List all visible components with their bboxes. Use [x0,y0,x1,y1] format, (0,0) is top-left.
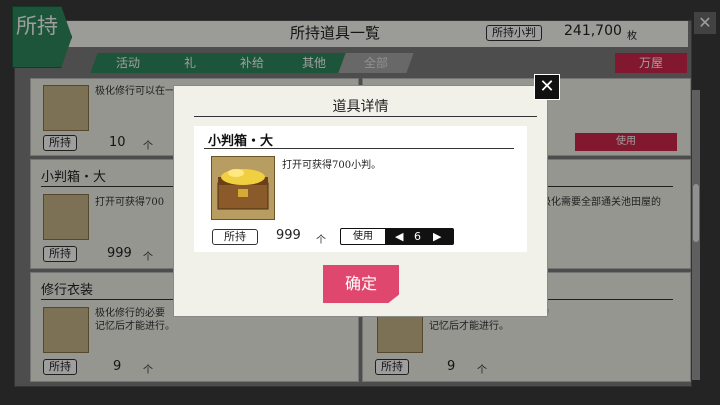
owned-label: 所持 [212,229,258,245]
close-icon[interactable]: ✕ [534,74,560,100]
divider [204,148,514,149]
divider [194,116,537,117]
item-detail-card: 小判箱・大 打开可获得700小判。 所持 999 个 使用 ◀ 6 ▶ [194,126,527,252]
chevron-left-icon[interactable]: ◀ [395,229,403,244]
owned-count: 999 [276,228,301,243]
chevron-right-icon[interactable]: ▶ [433,229,441,244]
treasure-chest-icon [211,156,275,220]
use-amount: 6 [414,230,421,243]
owned-unit: 个 [316,235,326,246]
item-name: 小判箱・大 [208,134,274,149]
item-description: 打开可获得700小判。 [282,160,382,171]
quantity-stepper[interactable]: ◀ 6 ▶ [385,229,453,244]
item-detail-dialog: 道具详情 小判箱・大 打开可获得700小判。 所持 999 个 使用 ◀ 6 ▶ [173,85,548,317]
use-label: 使用 [353,231,373,242]
confirm-button[interactable]: 确定 [323,265,399,303]
use-quantity-control: 使用 ◀ 6 ▶ [340,228,454,245]
dialog-title: 道具详情 [332,99,389,115]
